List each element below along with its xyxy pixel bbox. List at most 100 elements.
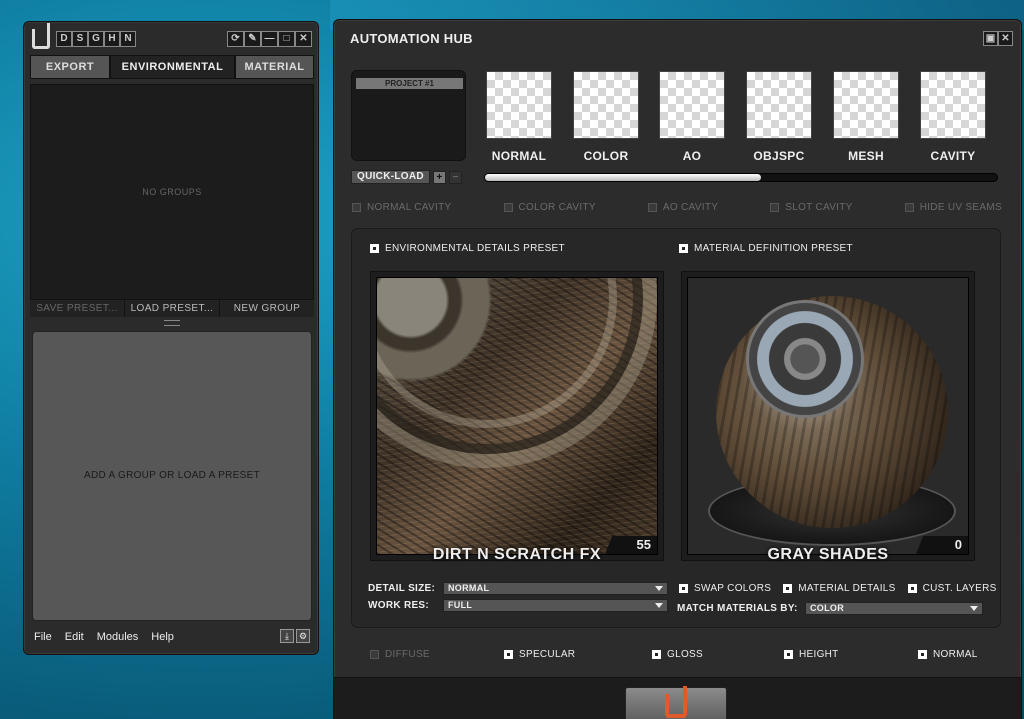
add-project-button[interactable]: + <box>432 170 446 184</box>
map-thumbnail <box>486 71 552 139</box>
checkbox-label: MATERIAL DEFINITION PRESET <box>694 243 853 254</box>
group-workspace[interactable]: ADD A GROUP OR LOAD A PRESET <box>32 331 312 621</box>
normal-cavity-checkbox[interactable]: NORMAL CAVITY <box>352 202 451 213</box>
maximize-icon[interactable]: □ <box>278 31 295 47</box>
project-label: PROJECT #1 <box>356 78 463 89</box>
dropdown-value: NORMAL <box>448 583 490 593</box>
module-tab-d[interactable]: D <box>56 31 72 47</box>
close-icon[interactable]: ✕ <box>998 31 1013 46</box>
panel-titlebar[interactable]: D S G H N ⟳ ✎ — □ ✕ <box>30 23 314 51</box>
env-preset-checkbox[interactable]: ENVIRONMENTAL DETAILS PRESET <box>370 243 565 254</box>
hide-uv-seams-checkbox[interactable]: HIDE UV SEAMS <box>904 202 1002 213</box>
detail-size-row: DETAIL SIZE: NORMAL <box>368 582 668 595</box>
minimize-icon[interactable]: — <box>261 31 278 47</box>
map-slot-normal[interactable]: NORMAL <box>485 71 553 163</box>
map-thumbnail <box>659 71 725 139</box>
chevron-down-icon <box>970 606 978 611</box>
map-slot-cavity[interactable]: CAVITY <box>919 71 987 163</box>
material-details-checkbox[interactable]: MATERIAL DETAILS <box>783 583 895 594</box>
groups-panel: D S G H N ⟳ ✎ — □ ✕ EXPORT ENVIRONMENTAL… <box>23 21 319 655</box>
mat-preview-image <box>687 277 969 555</box>
app-logo-icon <box>32 23 50 49</box>
restore-icon[interactable]: ▣ <box>983 31 998 46</box>
module-tab-n[interactable]: N <box>120 31 136 47</box>
preset-bar: SAVE PRESET... LOAD PRESET... NEW GROUP <box>30 300 314 317</box>
checkbox-icon <box>918 650 927 659</box>
env-preset-preview[interactable]: DIRT N SCRATCH FX 55 <box>370 271 664 563</box>
cust-layers-checkbox[interactable]: CUST. LAYERS <box>907 583 997 594</box>
checkbox-icon <box>370 244 379 253</box>
menu-modules[interactable]: Modules <box>97 631 139 643</box>
checkbox-icon <box>784 650 793 659</box>
load-preset-button[interactable]: LOAD PRESET... <box>125 300 220 317</box>
new-group-button[interactable]: NEW GROUP <box>220 300 314 317</box>
checkbox-icon <box>652 650 661 659</box>
map-thumbnail <box>573 71 639 139</box>
match-materials-label: MATCH MATERIALS BY: <box>677 603 798 614</box>
save-preset-button[interactable]: SAVE PRESET... <box>30 300 125 317</box>
checkbox-label: ENVIRONMENTAL DETAILS PRESET <box>385 243 565 254</box>
module-tab-s[interactable]: S <box>72 31 88 47</box>
diffuse-checkbox[interactable]: DIFFUSE <box>370 649 430 660</box>
import-icon[interactable]: ⤓ <box>280 629 294 643</box>
checkbox-label: NORMAL CAVITY <box>367 202 452 213</box>
menu-help[interactable]: Help <box>151 631 174 643</box>
checkbox-icon <box>370 650 379 659</box>
match-materials-select[interactable]: COLOR <box>805 602 983 615</box>
groups-list[interactable]: NO GROUPS <box>30 84 314 300</box>
map-slot-objspc[interactable]: OBJSPC <box>745 71 813 163</box>
material-options-row: SWAP COLORS MATERIAL DETAILS CUST. LAYER… <box>679 583 997 594</box>
map-slot-color[interactable]: COLOR <box>572 71 640 163</box>
close-icon[interactable]: ✕ <box>295 31 312 47</box>
map-thumbnail <box>746 71 812 139</box>
checkbox-label: GLOSS <box>667 649 703 660</box>
checkbox-icon <box>352 203 361 212</box>
tab-material[interactable]: MATERIAL <box>235 55 314 79</box>
color-cavity-checkbox[interactable]: COLOR CAVITY <box>503 202 596 213</box>
empty-groups-text: NO GROUPS <box>142 187 202 197</box>
menu-file[interactable]: File <box>34 631 52 643</box>
quick-load-button[interactable]: QUICK-LOAD <box>351 170 430 184</box>
work-res-select[interactable]: FULL <box>443 599 668 612</box>
tab-export[interactable]: EXPORT <box>30 55 110 79</box>
project-thumbnail[interactable]: PROJECT #1 <box>351 70 466 161</box>
module-tab-g[interactable]: G <box>88 31 104 47</box>
env-preset-count: 55 <box>605 536 657 554</box>
checkbox-label: AO CAVITY <box>662 202 719 213</box>
checkbox-icon <box>783 584 793 593</box>
specular-checkbox[interactable]: SPECULAR <box>504 649 575 660</box>
gloss-checkbox[interactable]: GLOSS <box>652 649 703 660</box>
checkbox-label: COLOR CAVITY <box>518 202 596 213</box>
pin-icon[interactable]: ✎ <box>244 31 261 47</box>
tab-environmental[interactable]: ENVIRONMENTAL <box>110 55 235 79</box>
map-slot-mesh[interactable]: MESH <box>832 71 900 163</box>
checkbox-icon <box>770 203 780 212</box>
normal-checkbox[interactable]: NORMAL <box>918 649 978 660</box>
swap-colors-checkbox[interactable]: SWAP COLORS <box>679 583 771 594</box>
height-checkbox[interactable]: HEIGHT <box>784 649 839 660</box>
settings-icon[interactable]: ⚙ <box>296 629 310 643</box>
mat-preset-preview[interactable]: GRAY SHADES 0 <box>681 271 975 563</box>
menu-icons: ⤓ ⚙ <box>278 629 310 643</box>
ao-cavity-checkbox[interactable]: AO CAVITY <box>647 202 719 213</box>
refresh-icon[interactable]: ⟳ <box>227 31 244 47</box>
run-button[interactable] <box>625 686 727 719</box>
map-label: MESH <box>848 149 884 163</box>
mat-preset-checkbox[interactable]: MATERIAL DEFINITION PRESET <box>679 243 853 254</box>
detail-size-select[interactable]: NORMAL <box>443 582 668 595</box>
remove-project-button[interactable]: − <box>448 170 462 184</box>
chevron-down-icon <box>655 586 663 591</box>
map-thumbnail <box>833 71 899 139</box>
menu-bar: File Edit Modules Help ⤓ ⚙ <box>34 628 314 646</box>
sphere-cap <box>746 300 864 418</box>
menu-edit[interactable]: Edit <box>65 631 84 643</box>
slot-cavity-checkbox[interactable]: SLOT CAVITY <box>770 202 852 213</box>
checkbox-icon <box>679 244 688 253</box>
progress-fill <box>485 174 762 181</box>
checkbox-label: CUST. LAYERS <box>922 583 997 594</box>
resize-handle[interactable] <box>164 320 180 326</box>
module-tab-h[interactable]: H <box>104 31 120 47</box>
map-slot-ao[interactable]: AO <box>658 71 726 163</box>
preset-panel: ENVIRONMENTAL DETAILS PRESET MATERIAL DE… <box>351 228 1001 628</box>
env-preview-image <box>376 277 658 555</box>
